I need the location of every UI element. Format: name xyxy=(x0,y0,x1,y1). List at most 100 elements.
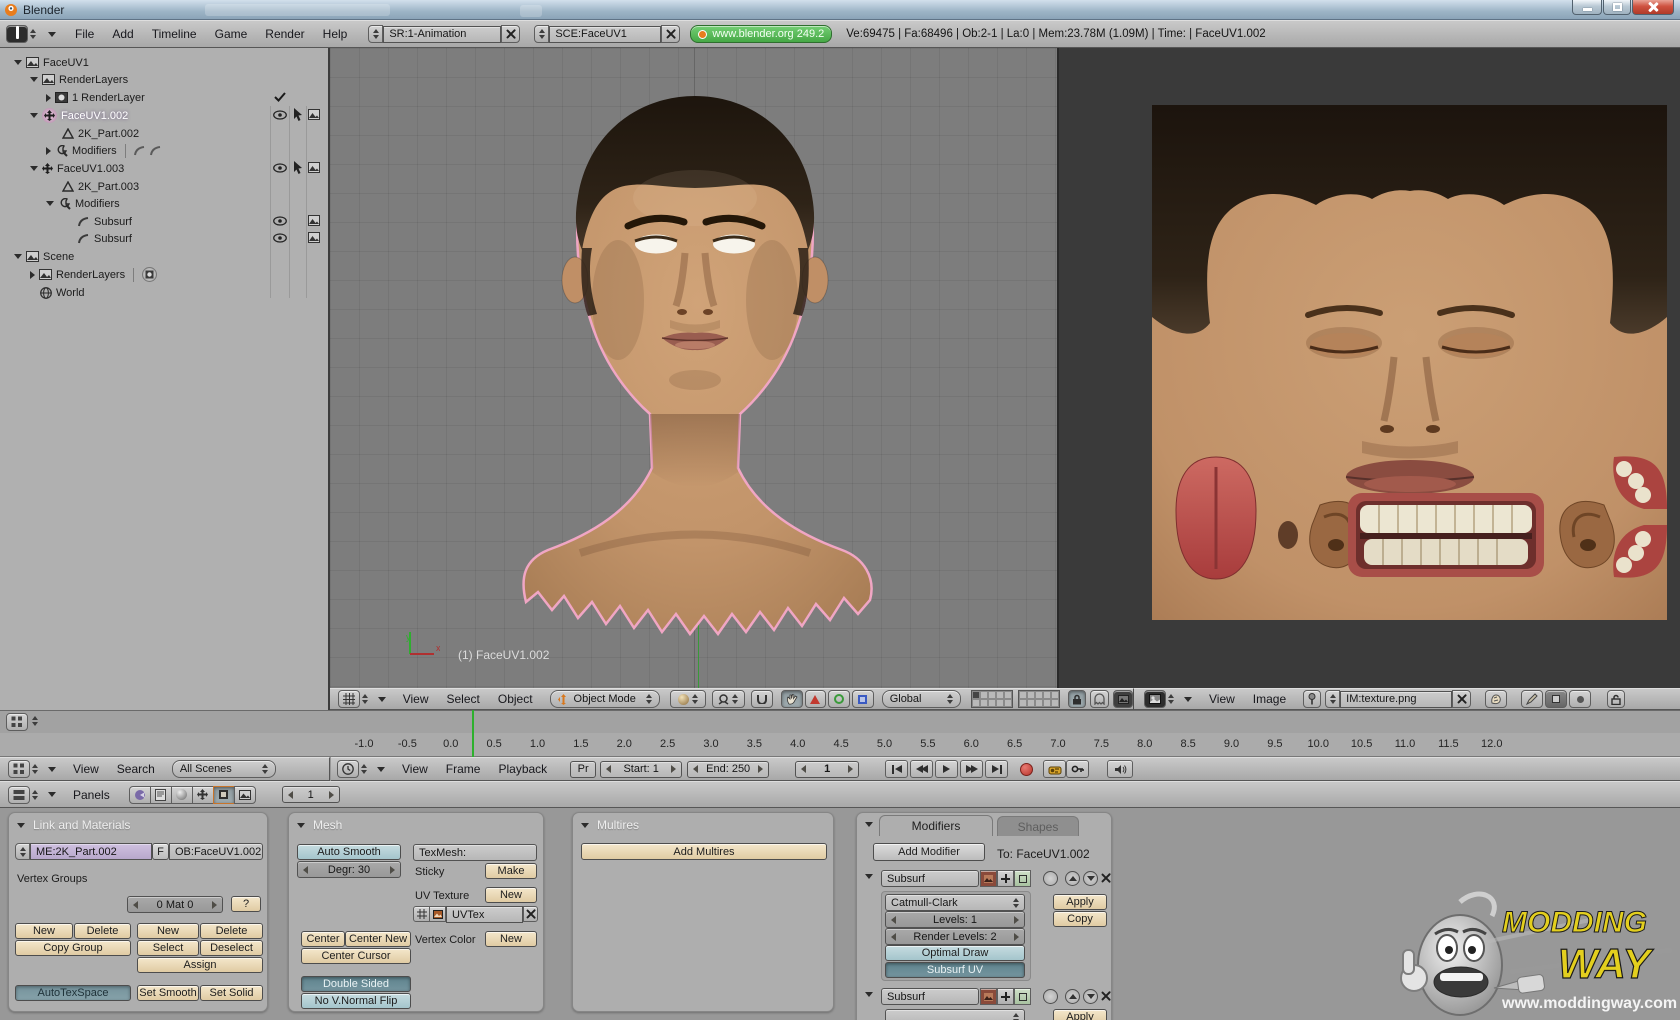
outliner-type-icon[interactable] xyxy=(6,713,28,731)
screen-stepper-icon[interactable] xyxy=(368,25,383,43)
material-help-button[interactable]: ? xyxy=(231,896,261,912)
autokey-icon[interactable] xyxy=(1043,760,1066,778)
uvtex-image-icon[interactable] xyxy=(429,906,446,922)
timeline-type-clock-icon[interactable] xyxy=(337,760,359,778)
screen-selector[interactable]: SR:1-Animation xyxy=(368,25,520,43)
expand-icon[interactable] xyxy=(46,147,51,155)
texture-paint-pencil-icon[interactable] xyxy=(1521,690,1543,708)
expand-icon[interactable] xyxy=(30,271,35,279)
vgroup-new-button[interactable]: New xyxy=(15,923,73,939)
add-multires-button[interactable]: Add Multires xyxy=(581,843,827,860)
delete-screen-button[interactable] xyxy=(501,25,520,43)
timeline-menu[interactable]: Frame xyxy=(437,762,490,776)
outliner-row[interactable]: World xyxy=(30,284,85,301)
menubar-menu[interactable]: Game xyxy=(206,27,257,41)
add-modifier-button[interactable]: Add Modifier xyxy=(873,843,985,861)
keyingset-key-icon[interactable] xyxy=(1066,760,1089,778)
pivot-dropdown[interactable] xyxy=(712,690,746,708)
optimal-draw-toggle[interactable]: Optimal Draw xyxy=(885,945,1025,961)
modifier-move-up-button[interactable] xyxy=(1065,989,1080,1004)
outliner-row[interactable]: Subsurf xyxy=(78,213,132,230)
modifier-expand-icon[interactable] xyxy=(865,874,873,879)
modifier-expand-icon[interactable] xyxy=(865,992,873,997)
image-stepper-icon[interactable] xyxy=(1325,690,1340,708)
panel-collapse-icon[interactable] xyxy=(865,822,873,827)
start-frame-field[interactable]: Start: 1 xyxy=(600,761,682,778)
scene-context-icon[interactable] xyxy=(234,786,256,804)
mask-square-icon[interactable] xyxy=(1545,690,1567,708)
logic-context-icon[interactable] xyxy=(129,786,151,804)
mesh-datablock-field[interactable]: ME:2K_Part.002 xyxy=(30,843,152,860)
uvtex-name-field[interactable]: UVTex xyxy=(446,906,523,923)
proportional-edit-icon[interactable] xyxy=(1090,690,1110,708)
expand-icon[interactable] xyxy=(30,77,38,82)
uvtex-grid-icon[interactable] xyxy=(413,906,430,922)
rotate-manipulator-icon[interactable] xyxy=(828,690,850,708)
eye-icon[interactable] xyxy=(273,216,287,226)
uv-editor-type-icon[interactable] xyxy=(1144,690,1166,708)
double-sided-toggle[interactable]: Double Sided xyxy=(301,976,411,992)
set-smooth-button[interactable]: Set Smooth xyxy=(137,985,199,1001)
snap-icon[interactable] xyxy=(751,690,773,708)
collapse-menus-icon[interactable] xyxy=(377,767,385,772)
mute-speaker-icon[interactable] xyxy=(1107,760,1133,778)
render-restrict-icon[interactable] xyxy=(308,109,320,120)
render-restrict-icon[interactable] xyxy=(308,162,320,173)
timeline-ruler[interactable]: -1.0-0.50.00.51.01.52.02.53.03.54.04.55.… xyxy=(0,733,1680,757)
levels-stepper[interactable]: Levels: 1 xyxy=(885,911,1025,928)
modifier-move-down-button[interactable] xyxy=(1083,989,1098,1004)
outliner-row[interactable]: FaceUV1 xyxy=(14,54,89,71)
uv-image-editor[interactable] xyxy=(1057,48,1680,688)
scene-selector[interactable]: SCE:FaceUV1 xyxy=(534,25,680,43)
menubar-menu[interactable]: File xyxy=(66,27,103,41)
lock-icon[interactable] xyxy=(1068,690,1086,708)
pin-icon[interactable] xyxy=(1303,690,1321,708)
check-icon[interactable] xyxy=(274,92,286,102)
viewport-3d[interactable]: y x (1) FaceUV1.002 xyxy=(330,48,1057,688)
modifier-realtime-toggle-icon[interactable] xyxy=(997,870,1014,887)
playhead[interactable] xyxy=(472,710,474,757)
collapse-menus-icon[interactable] xyxy=(378,697,386,702)
modifier-apply-button[interactable]: Apply xyxy=(1053,1009,1107,1020)
play-button[interactable] xyxy=(935,760,958,778)
draw-mode-dropdown[interactable] xyxy=(670,690,706,708)
render-restrict-icon[interactable] xyxy=(308,215,320,226)
modifier-move-down-button[interactable] xyxy=(1083,871,1098,886)
lock-open-icon[interactable] xyxy=(1607,690,1625,708)
outliner-row[interactable]: FaceUV1.003 xyxy=(30,160,124,177)
material-new-button[interactable]: New xyxy=(137,923,199,939)
minimize-button[interactable] xyxy=(1572,0,1602,15)
window-type-stepper[interactable] xyxy=(30,29,36,39)
render-restrict-icon[interactable] xyxy=(308,232,320,243)
collapse-menus-icon[interactable] xyxy=(1184,697,1192,702)
scene-stepper-icon[interactable] xyxy=(534,25,549,43)
outliner-header-type-icon[interactable] xyxy=(8,760,30,778)
subdivision-type-dropdown[interactable]: Catmull-Clark xyxy=(885,894,1025,911)
center-button[interactable]: Center xyxy=(301,931,345,947)
collapse-menus-icon[interactable] xyxy=(48,32,56,37)
viewport-type-stepper[interactable] xyxy=(362,694,368,704)
expand-icon[interactable] xyxy=(14,60,22,65)
outliner-scope-dropdown[interactable]: All Scenes xyxy=(172,760,276,778)
no-vnormal-flip-toggle[interactable]: No V.Normal Flip xyxy=(301,993,411,1009)
orientation-dropdown[interactable]: Global xyxy=(882,690,961,708)
delete-scene-button[interactable] xyxy=(661,25,680,43)
window-type-info-icon[interactable] xyxy=(6,25,28,43)
render-preview-icon[interactable] xyxy=(1113,690,1133,708)
collapse-menus-icon[interactable] xyxy=(48,767,56,772)
next-keyframe-button[interactable] xyxy=(960,760,983,778)
tab-shapes[interactable]: Shapes xyxy=(997,816,1079,836)
outliner-header-stepper[interactable] xyxy=(32,764,38,774)
modifier-editmode-toggle-icon[interactable] xyxy=(1014,988,1031,1005)
jump-end-button[interactable] xyxy=(985,760,1008,778)
manipulator-hand-icon[interactable] xyxy=(781,690,803,708)
expand-icon[interactable] xyxy=(46,94,51,102)
uvtex-delete-button[interactable] xyxy=(523,906,538,922)
modifier-editmode-toggle-icon[interactable] xyxy=(1014,870,1031,887)
prev-keyframe-button[interactable] xyxy=(910,760,933,778)
degr-stepper[interactable]: Degr: 30 xyxy=(297,861,401,878)
object-context-icon[interactable] xyxy=(192,786,214,804)
shading-context-icon[interactable] xyxy=(171,786,193,804)
expand-icon[interactable] xyxy=(14,254,22,259)
material-index-stepper[interactable]: 0 Mat 0 xyxy=(127,896,223,913)
